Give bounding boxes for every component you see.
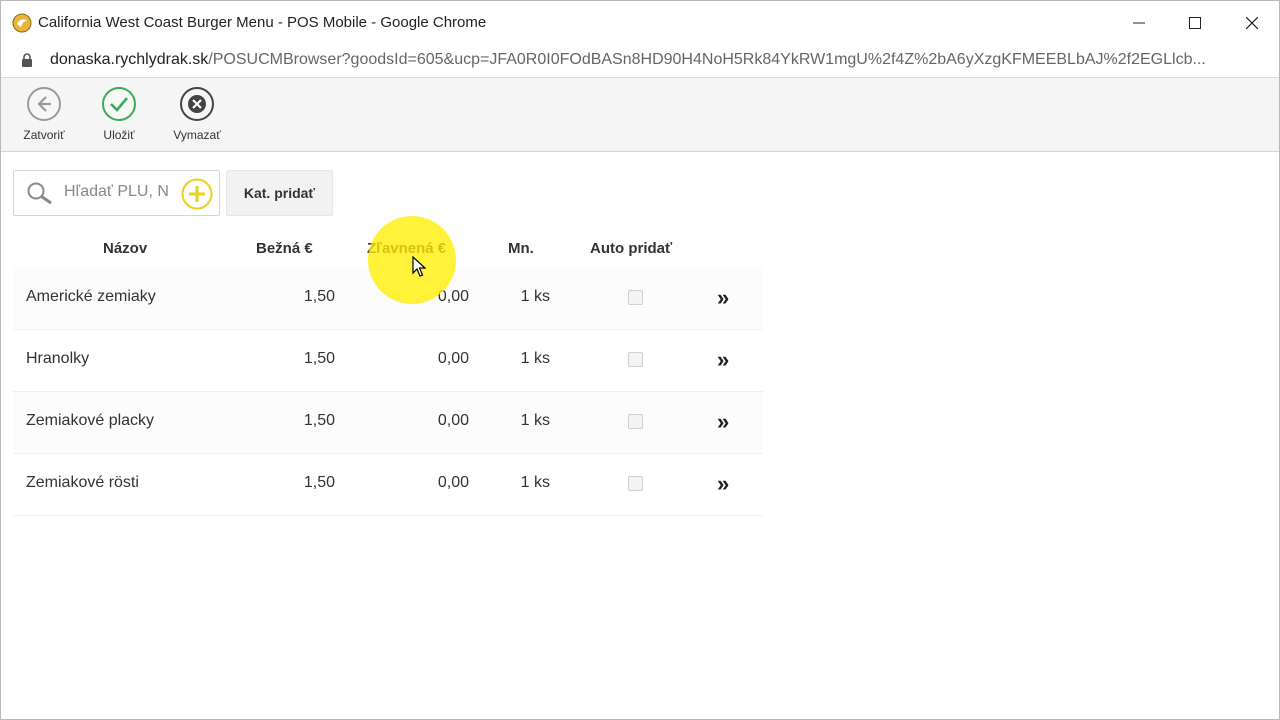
row-discount: 0,00 <box>437 474 469 491</box>
window-title: California West Coast Burger Menu - POS … <box>38 14 487 31</box>
header-discount[interactable]: Zľavnená € <box>367 240 446 257</box>
table-row[interactable]: Hranolky 1,50 0,00 1 ks » <box>13 330 763 392</box>
x-circle-icon <box>180 87 214 121</box>
table-header: Názov Bežná € Zľavnená € Mn. Auto pridať <box>13 230 763 268</box>
auto-add-checkbox[interactable] <box>628 476 643 491</box>
title-bar: California West Coast Burger Menu - POS … <box>1 1 1279 45</box>
search-box[interactable] <box>13 170 220 216</box>
row-name: Zemiakové rösti <box>26 474 139 491</box>
header-auto[interactable]: Auto pridať <box>590 240 672 257</box>
check-circle-icon <box>102 87 136 121</box>
close-icon <box>1246 17 1258 29</box>
row-price: 1,50 <box>303 412 335 429</box>
delete-button-label: Vymazať <box>173 128 221 142</box>
close-window-button[interactable] <box>1223 1 1279 45</box>
search-input[interactable] <box>64 181 170 203</box>
maximize-button[interactable] <box>1166 1 1224 45</box>
row-name: Zemiakové placky <box>26 412 155 429</box>
header-qty[interactable]: Mn. <box>508 240 534 257</box>
arrow-left-circle-icon <box>27 87 61 121</box>
double-chevron-right-icon[interactable]: » <box>717 471 729 497</box>
row-price: 1,50 <box>303 350 335 367</box>
row-price: 1,50 <box>303 474 335 491</box>
row-price: 1,50 <box>303 288 335 305</box>
auto-add-checkbox[interactable] <box>628 414 643 429</box>
browser-window: California West Coast Burger Menu - POS … <box>0 0 1280 720</box>
close-button-label: Zatvoriť <box>23 128 65 142</box>
double-chevron-right-icon[interactable]: » <box>717 347 729 373</box>
url-path: /POSUCMBrowser?goodsId=605&ucp=JFA0R0I0F… <box>208 51 1206 68</box>
close-button[interactable]: Zatvoriť <box>9 86 79 146</box>
url-host: donaska.rychlydrak.sk <box>50 51 209 68</box>
minimize-icon <box>1133 22 1145 24</box>
minimize-button[interactable] <box>1110 1 1168 45</box>
double-chevron-right-icon[interactable]: » <box>717 409 729 435</box>
table-row[interactable]: Americké zemiaky 1,50 0,00 1 ks » <box>13 268 763 330</box>
save-button[interactable]: Uložiť <box>84 86 154 146</box>
header-price[interactable]: Bežná € <box>256 240 313 257</box>
table-body: Americké zemiaky 1,50 0,00 1 ks » Hranol… <box>13 268 763 516</box>
row-qty: 1 ks <box>520 288 550 305</box>
kat-add-button[interactable]: Kat. pridať <box>226 170 333 216</box>
delete-button[interactable]: Vymazať <box>162 86 232 146</box>
row-name: Hranolky <box>26 350 90 367</box>
auto-add-checkbox[interactable] <box>628 352 643 367</box>
row-qty: 1 ks <box>520 350 550 367</box>
maximize-icon <box>1189 17 1201 29</box>
auto-add-checkbox[interactable] <box>628 290 643 305</box>
app-favicon-icon <box>12 13 32 33</box>
items-table: Názov Bežná € Zľavnená € Mn. Auto pridať… <box>13 230 763 516</box>
row-discount: 0,00 <box>437 350 469 367</box>
url-text[interactable]: donaska.rychlydrak.sk/POSUCMBrowser?good… <box>50 51 1260 69</box>
address-bar[interactable]: donaska.rychlydrak.sk/POSUCMBrowser?good… <box>1 45 1279 78</box>
search-icon <box>27 182 52 205</box>
table-row[interactable]: Zemiakové placky 1,50 0,00 1 ks » <box>13 392 763 454</box>
row-qty: 1 ks <box>520 474 550 491</box>
save-button-label: Uložiť <box>103 128 135 142</box>
header-name[interactable]: Názov <box>103 240 147 257</box>
double-chevron-right-icon[interactable]: » <box>717 285 729 311</box>
row-qty: 1 ks <box>520 412 550 429</box>
row-discount: 0,00 <box>437 288 469 305</box>
lock-icon <box>22 53 32 67</box>
row-discount: 0,00 <box>437 412 469 429</box>
main-content: Kat. pridať Názov Bežná € Zľavnená € Mn.… <box>1 152 1279 719</box>
row-name: Americké zemiaky <box>26 288 156 305</box>
table-row[interactable]: Zemiakové rösti 1,50 0,00 1 ks » <box>13 454 763 516</box>
app-toolbar: Zatvoriť Uložiť Vymazať <box>1 78 1279 152</box>
plus-circle-icon[interactable] <box>181 178 213 210</box>
